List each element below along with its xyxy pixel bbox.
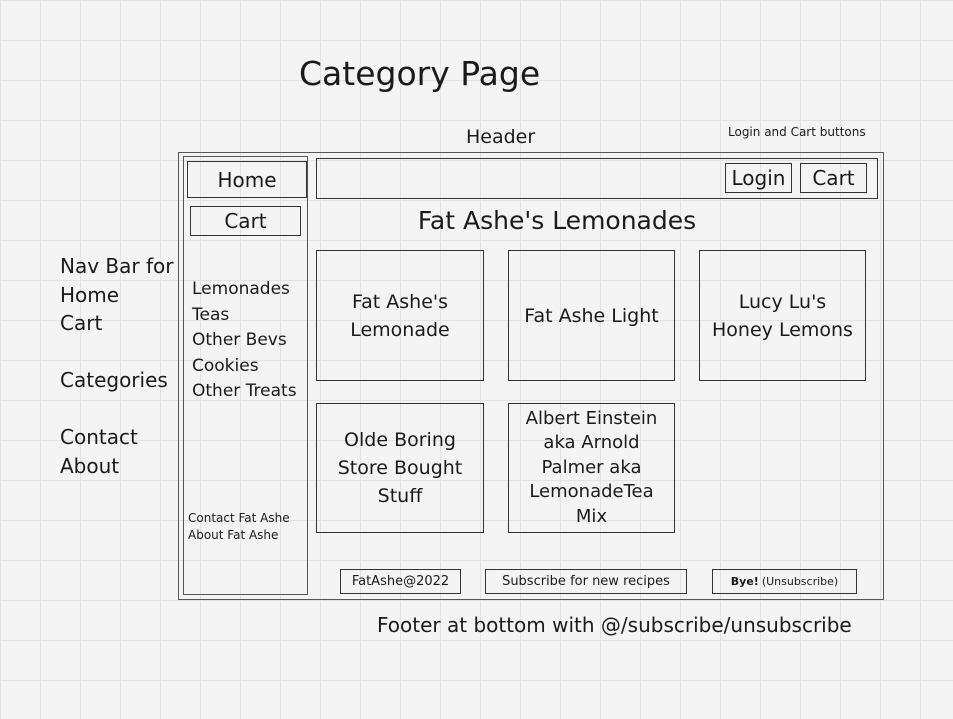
category-link-cookies[interactable]: Cookies	[192, 354, 297, 380]
login-cart-annotation: Login and Cart buttons	[728, 125, 866, 139]
navbar-annotation-line: Nav Bar for	[60, 254, 174, 278]
navbar-annotation-line: Home	[60, 282, 120, 307]
login-button[interactable]: Login	[725, 163, 792, 193]
navbar-annotation-line: Categories	[60, 368, 168, 392]
navbar-annotation-line: About	[60, 453, 120, 478]
product-name: Olde Boring Store Bought Stuff	[337, 429, 463, 507]
header-cart-button[interactable]: Cart	[800, 163, 867, 193]
contact-about-links: Contact Fat Ashe About Fat Ashe	[188, 510, 290, 544]
category-title: Fat Ashe's Lemonades	[417, 206, 697, 235]
footer-annotation: Footer at bottom with @/subscribe/unsubs…	[377, 613, 852, 637]
header-bar	[316, 158, 878, 199]
category-link-lemonades[interactable]: Lemonades	[192, 277, 297, 303]
copyright-label: FatAshe@2022	[340, 569, 461, 594]
product-card[interactable]: Olde Boring Store Bought Stuff	[316, 403, 484, 533]
home-button[interactable]: Home	[187, 161, 307, 198]
unsubscribe-button[interactable]: Bye! (Unsubscribe)	[712, 569, 857, 594]
navbar-annotation: Nav Bar for Home Cart Categories Contact…	[60, 252, 173, 480]
navbar-annotation-line: Cart	[60, 311, 103, 335]
about-link[interactable]: About Fat Ashe	[188, 527, 290, 544]
header-annotation: Header	[466, 126, 536, 148]
category-link-other-bevs[interactable]: Other Bevs	[192, 328, 297, 354]
product-name: Albert Einstein aka Arnold Palmer aka Le…	[525, 407, 658, 527]
product-name: Fat Ashe's Lemonade	[350, 290, 450, 341]
subscribe-button[interactable]: Subscribe for new recipes	[485, 569, 687, 594]
contact-link[interactable]: Contact Fat Ashe	[188, 510, 290, 527]
bye-label: Bye!	[730, 575, 759, 588]
product-name: Lucy Lu's Honey Lemons	[712, 290, 853, 341]
product-card[interactable]: Fat Ashe Light	[508, 250, 675, 381]
category-link-teas[interactable]: Teas	[192, 303, 297, 329]
product-card[interactable]: Lucy Lu's Honey Lemons	[699, 250, 866, 381]
product-name: Fat Ashe Light	[524, 304, 659, 327]
sidebar-cart-button[interactable]: Cart	[190, 206, 301, 236]
navbar-annotation-line: Contact	[60, 425, 138, 449]
product-card[interactable]: Fat Ashe's Lemonade	[316, 250, 484, 381]
unsubscribe-label: (Unsubscribe)	[761, 575, 839, 588]
category-link-other-treats[interactable]: Other Treats	[192, 379, 297, 405]
category-list: Lemonades Teas Other Bevs Cookies Other …	[192, 277, 297, 405]
page-title: Category Page	[299, 54, 541, 93]
product-card[interactable]: Albert Einstein aka Arnold Palmer aka Le…	[508, 403, 675, 533]
